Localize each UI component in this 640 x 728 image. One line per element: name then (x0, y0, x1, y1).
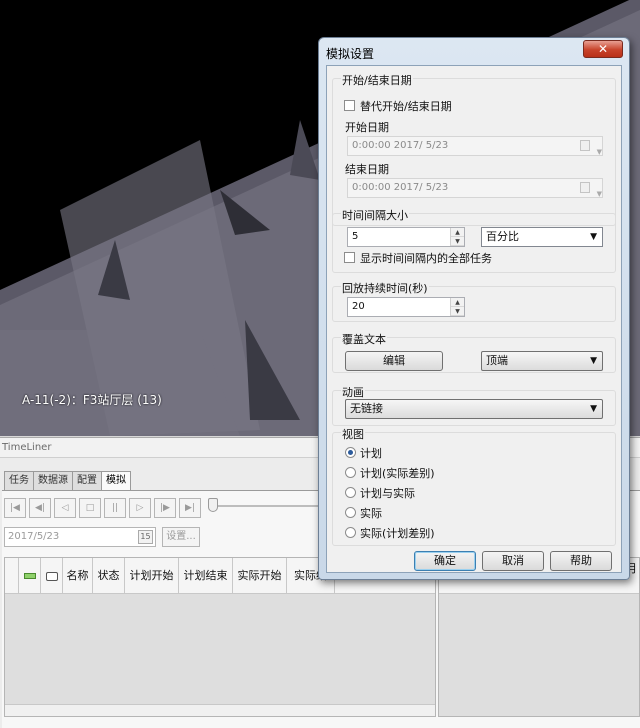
interval-unit-value: 百分比 (486, 230, 519, 243)
stop-icon[interactable]: □ (79, 498, 101, 518)
rewind-to-start-icon[interactable]: |◀ (4, 498, 26, 518)
dialog-titlebar[interactable]: 模拟设置 ✕ (319, 38, 629, 65)
viewport-label: A-11(-2)：F3站厅层 (13) (22, 393, 162, 407)
forward-to-end-icon[interactable]: ▶| (179, 498, 201, 518)
end-date-dropdown-icon[interactable]: ▼ (597, 185, 602, 203)
show-all-tasks-label: 显示时间间隔内的全部任务 (360, 252, 492, 265)
timeliner-tabs: 任务 数据源 配置 模拟 (4, 471, 131, 491)
overlay-text-title: 覆盖文本 (341, 331, 387, 347)
dialog-client-area: 开始/结束日期 替代开始/结束日期 开始日期 0:00:00 2017/ 5/2… (326, 65, 622, 573)
chevron-down-icon: ▼ (590, 232, 597, 242)
interval-group: 时间间隔大小 5 ▲ ▼ 百分比 ▼ 显示时间间隔内的全部任务 (332, 207, 616, 273)
interval-group-title: 时间间隔大小 (341, 207, 409, 223)
comment-column-icon[interactable] (41, 558, 63, 593)
start-date-label: 开始日期 (345, 121, 389, 134)
column-planned-end[interactable]: 计划结束 (179, 558, 233, 593)
play-reverse-icon[interactable]: ◁ (54, 498, 76, 518)
step-back-icon[interactable]: ◀| (29, 498, 51, 518)
step-forward-icon[interactable]: |▶ (154, 498, 176, 518)
close-icon[interactable]: ✕ (583, 40, 623, 58)
column-name[interactable]: 名称 (63, 558, 93, 593)
override-dates-checkbox[interactable] (344, 100, 355, 111)
overlay-text-group: 覆盖文本 编辑 顶端 ▼ (332, 331, 616, 373)
settings-button[interactable]: 设置... (162, 527, 200, 547)
start-date-dropdown-icon[interactable]: ▼ (597, 143, 602, 161)
end-date-picker[interactable]: 0:00:00 2017/ 5/23 ▼ (347, 178, 603, 198)
time-slider-track[interactable] (214, 505, 324, 507)
playback-duration-title: 回放持续时间(秒) (341, 280, 429, 296)
play-icon[interactable]: ▷ (129, 498, 151, 518)
spin-down-icon[interactable]: ▼ (451, 237, 464, 246)
tab-data-sources[interactable]: 数据源 (33, 471, 73, 491)
view-planned-and-actual-radio[interactable] (345, 487, 356, 498)
calendar-icon[interactable]: 15 (138, 530, 153, 544)
playback-spinner[interactable]: ▲ ▼ (450, 298, 464, 316)
end-date-value: 0:00:00 2017/ 5/23 (352, 182, 449, 193)
column-planned-start[interactable]: 计划开始 (125, 558, 179, 593)
view-actual-radio[interactable] (345, 507, 356, 518)
show-all-tasks-checkbox[interactable] (344, 252, 355, 263)
tab-simulate[interactable]: 模拟 (101, 471, 131, 491)
animation-select[interactable]: 无链接 ▼ (345, 399, 603, 419)
chevron-down-icon: ▼ (590, 404, 597, 414)
animation-group: 动画 无链接 ▼ (332, 384, 616, 426)
overlay-position-value: 顶端 (486, 354, 508, 367)
interval-size-input[interactable]: 5 ▲ ▼ (347, 227, 465, 247)
edit-overlay-button[interactable]: 编辑 (345, 351, 443, 371)
overlay-position-select[interactable]: 顶端 ▼ (481, 351, 603, 371)
end-date-calendar-icon[interactable] (580, 182, 590, 193)
interval-unit-select[interactable]: 百分比 ▼ (481, 227, 603, 247)
playback-duration-value: 20 (352, 301, 365, 312)
interval-spinner[interactable]: ▲ ▼ (450, 228, 464, 246)
dialog-title: 模拟设置 (326, 47, 375, 61)
pause-icon[interactable]: || (104, 498, 126, 518)
view-actual-label: 实际 (360, 507, 382, 520)
current-date-value: 2017/5/23 (8, 531, 60, 542)
playback-controls: |◀ ◀| ◁ □ || ▷ |▶ ▶| (4, 498, 204, 518)
view-planned-and-actual-label: 计划与实际 (360, 487, 415, 500)
spin-down-icon[interactable]: ▼ (451, 307, 464, 316)
playback-duration-input[interactable]: 20 ▲ ▼ (347, 297, 465, 317)
simulation-settings-dialog: 模拟设置 ✕ 开始/结束日期 替代开始/结束日期 开始日期 0:00:00 20… (318, 37, 630, 580)
active-column-icon[interactable] (19, 558, 41, 593)
chevron-down-icon: ▼ (590, 356, 597, 366)
spin-up-icon[interactable]: ▲ (451, 298, 464, 307)
view-actual-planned-diff-label: 实际(计划差别) (360, 527, 435, 540)
start-date-calendar-icon[interactable] (580, 140, 590, 151)
task-grid[interactable]: 名称 状态 计划开始 计划结束 实际开始 实际结 (4, 557, 436, 717)
override-dates-label: 替代开始/结束日期 (360, 100, 452, 113)
row-selector-header (5, 558, 19, 593)
horizontal-scrollbar[interactable] (5, 704, 435, 716)
view-planned-radio[interactable] (345, 447, 356, 458)
view-planned-actual-diff-label: 计划(实际差别) (360, 467, 435, 480)
start-date-picker[interactable]: 0:00:00 2017/ 5/23 ▼ (347, 136, 603, 156)
start-end-group: 开始/结束日期 替代开始/结束日期 开始日期 0:00:00 2017/ 5/2… (332, 72, 616, 226)
column-status[interactable]: 状态 (93, 558, 125, 593)
ok-button[interactable]: 确定 (414, 551, 476, 571)
start-date-value: 0:00:00 2017/ 5/23 (352, 140, 449, 151)
current-date-field[interactable]: 2017/5/23 15 (4, 527, 156, 547)
animation-value: 无链接 (350, 402, 383, 415)
tab-tasks[interactable]: 任务 (4, 471, 34, 491)
animation-group-title: 动画 (341, 384, 365, 400)
tab-configure[interactable]: 配置 (72, 471, 102, 491)
gantt-chart-area[interactable]: 月 (438, 557, 640, 717)
column-actual-start[interactable]: 实际开始 (233, 558, 287, 593)
start-end-group-title: 开始/结束日期 (341, 72, 413, 88)
time-slider-thumb[interactable] (208, 498, 218, 512)
spin-up-icon[interactable]: ▲ (451, 228, 464, 237)
view-planned-actual-diff-radio[interactable] (345, 467, 356, 478)
task-rows-area[interactable] (5, 594, 435, 704)
view-actual-planned-diff-radio[interactable] (345, 527, 356, 538)
help-button[interactable]: 帮助 (550, 551, 612, 571)
cancel-button[interactable]: 取消 (482, 551, 544, 571)
view-group: 视图 计划 计划(实际差别) 计划与实际 实际 实际(计划差别) (332, 426, 616, 546)
interval-size-value: 5 (352, 231, 359, 242)
playback-duration-group: 回放持续时间(秒) 20 ▲ ▼ (332, 280, 616, 322)
view-group-title: 视图 (341, 426, 365, 442)
view-planned-label: 计划 (360, 447, 382, 460)
end-date-label: 结束日期 (345, 163, 389, 176)
